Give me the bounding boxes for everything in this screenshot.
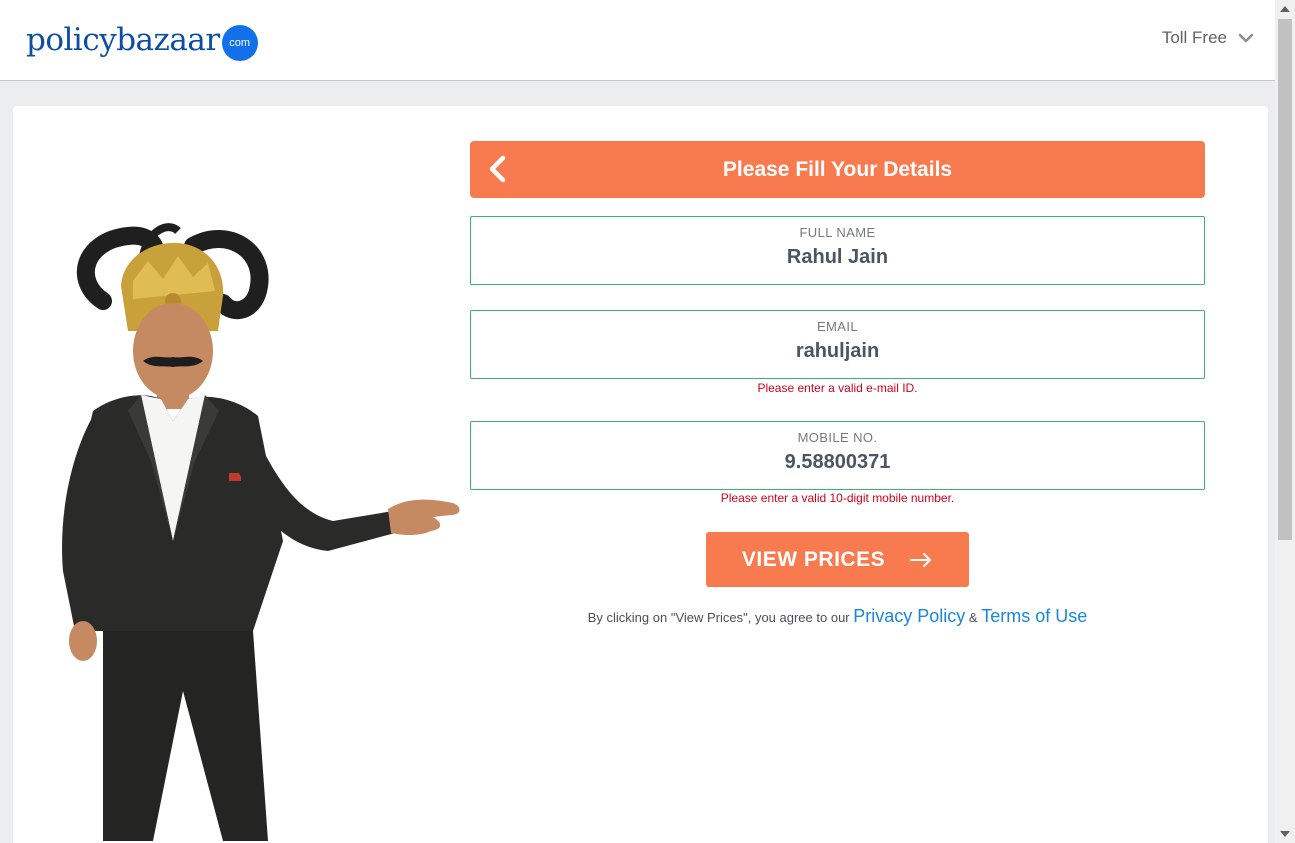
brand-ambassador-illustration — [62, 223, 460, 841]
toll-free-dropdown[interactable]: Toll Free — [1162, 28, 1255, 48]
form-header: Please Fill Your Details — [470, 141, 1205, 198]
chevron-left-icon[interactable] — [484, 155, 512, 183]
brand-logo[interactable]: policybazaar com — [26, 22, 258, 61]
consent-text: By clicking on "View Prices", you agree … — [470, 606, 1205, 627]
terms-of-use-link[interactable]: Terms of Use — [981, 606, 1087, 626]
scroll-down-arrow-icon[interactable] — [1280, 831, 1290, 837]
chevron-down-icon — [1238, 33, 1254, 43]
full-name-input[interactable] — [471, 246, 1204, 269]
email-field[interactable]: EMAIL — [470, 310, 1205, 379]
email-input[interactable] — [471, 340, 1204, 363]
scroll-thumb[interactable] — [1278, 19, 1292, 540]
view-prices-label: VIEW PRICES — [741, 547, 886, 571]
full-name-field[interactable]: FULL NAME — [470, 216, 1205, 285]
email-error-message: Please enter a valid e-mail ID. — [757, 381, 918, 395]
mobile-label: MOBILE NO. — [797, 430, 878, 445]
mobile-input[interactable] — [471, 451, 1204, 474]
site-header: policybazaar com Toll Free — [0, 0, 1275, 81]
toll-free-label: Toll Free — [1161, 28, 1227, 47]
view-prices-button[interactable]: VIEW PRICES — [706, 532, 969, 587]
mobile-field[interactable]: MOBILE NO. — [470, 421, 1205, 490]
email-label: EMAIL — [816, 319, 858, 334]
full-name-label: FULL NAME — [799, 225, 876, 240]
logo-com-badge: com — [221, 25, 258, 61]
details-card: Please Fill Your Details FULL NAME EMAIL… — [13, 106, 1268, 843]
scroll-up-arrow-icon[interactable] — [1280, 6, 1290, 12]
consent-prefix: By clicking on "View Prices", you agree … — [587, 610, 850, 625]
form-title: Please Fill Your Details — [722, 157, 953, 181]
mobile-error-message: Please enter a valid 10-digit mobile num… — [720, 491, 955, 505]
privacy-policy-link[interactable]: Privacy Policy — [853, 606, 965, 626]
page-scrollbar[interactable] — [1275, 0, 1295, 843]
logo-wordmark: policybazaar — [26, 22, 220, 58]
arrow-right-icon — [910, 552, 932, 567]
consent-and: & — [968, 610, 978, 625]
